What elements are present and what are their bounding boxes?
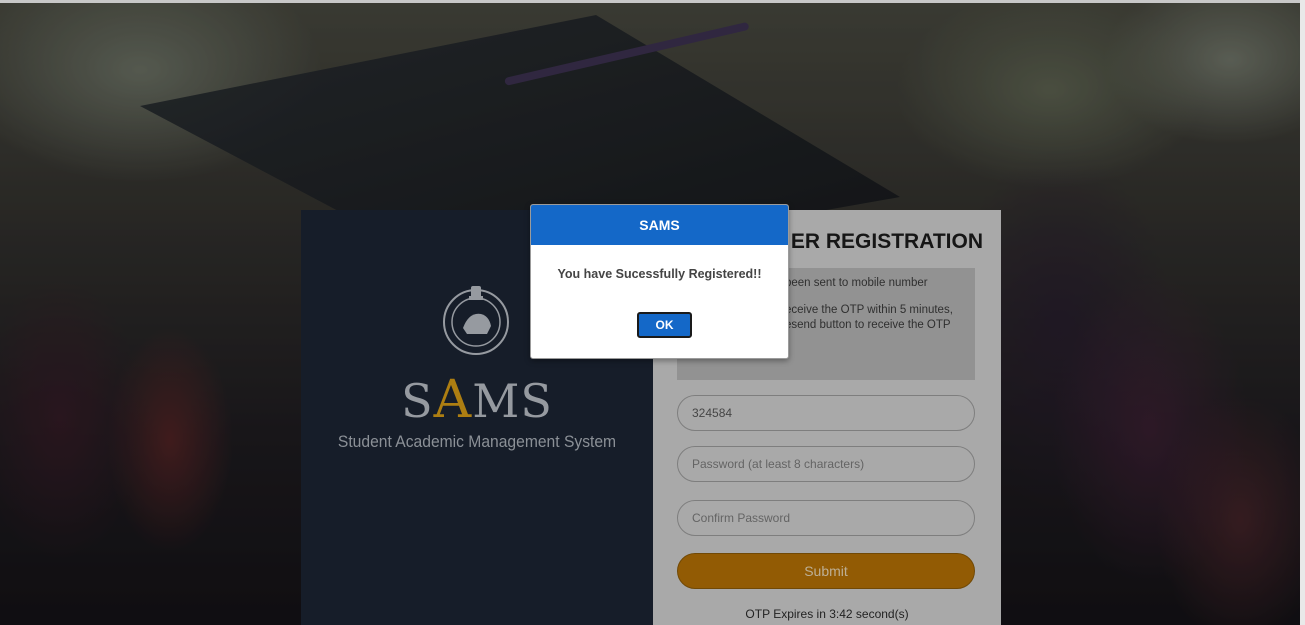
- page-scrollbar[interactable]: [1300, 0, 1305, 625]
- page: SAMS Student Academic Management System …: [0, 0, 1305, 625]
- success-dialog: SAMS You have Sucessfully Registered!! O…: [530, 204, 789, 359]
- dialog-message: You have Sucessfully Registered!!: [557, 267, 762, 281]
- dialog-title: SAMS: [531, 205, 788, 245]
- ok-button[interactable]: OK: [637, 312, 692, 338]
